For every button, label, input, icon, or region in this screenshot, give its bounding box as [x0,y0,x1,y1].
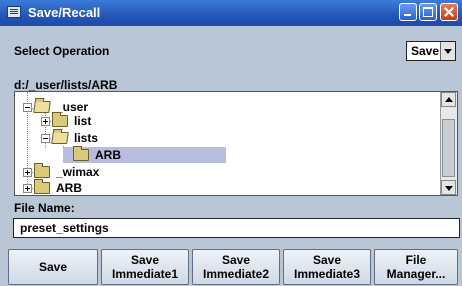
tree-item-label: lists [74,131,99,145]
tree-item-label: ARB [95,148,121,162]
file-name-label: File Name: [14,201,75,215]
folder-icon [73,146,89,161]
expand-toggle[interactable] [23,184,32,193]
folder-icon [52,112,68,127]
select-operation-label: Select Operation [14,44,110,58]
save-immediate3-button[interactable]: Save Immediate3 [283,249,371,285]
maximize-icon[interactable] [419,3,437,21]
chevron-down-icon[interactable] [440,42,455,60]
tree-item-label: list [74,114,92,128]
tree-scrollbar[interactable] [440,92,457,195]
scroll-up-icon[interactable] [441,92,456,107]
operation-select-value: Save [411,44,440,58]
expand-toggle[interactable] [41,117,50,126]
close-icon[interactable] [440,3,458,21]
file-manager-button[interactable]: File Manager... [374,249,458,285]
open-folder-icon [33,101,51,113]
tree-item-label: _wimax [56,165,100,179]
save-button[interactable]: Save [8,249,98,285]
operation-select[interactable]: Save [406,41,456,61]
window-title: Save/Recall [28,5,101,20]
open-folder-icon [51,132,69,144]
collapse-toggle[interactable] [41,134,50,143]
save-immediate2-button[interactable]: Save Immediate2 [192,249,280,285]
folder-icon [34,179,50,194]
minimize-icon[interactable] [399,3,417,21]
tree-item-label: ARB [56,181,82,195]
scroll-down-icon[interactable] [441,180,456,195]
collapse-toggle[interactable] [23,103,32,112]
folder-icon [34,163,50,178]
title-bar[interactable]: Save/Recall [0,0,462,26]
directory-tree[interactable]: _user list lists ARB _wimax ARB [14,91,458,196]
file-name-field[interactable]: preset_settings [13,218,460,238]
file-name-value: preset_settings [20,221,109,235]
scroll-thumb[interactable] [442,119,455,177]
expand-toggle[interactable] [23,168,32,177]
window-app-icon [7,6,21,18]
current-path: d:/_user/lists/ARB [14,78,118,92]
save-immediate1-button[interactable]: Save Immediate1 [101,249,189,285]
